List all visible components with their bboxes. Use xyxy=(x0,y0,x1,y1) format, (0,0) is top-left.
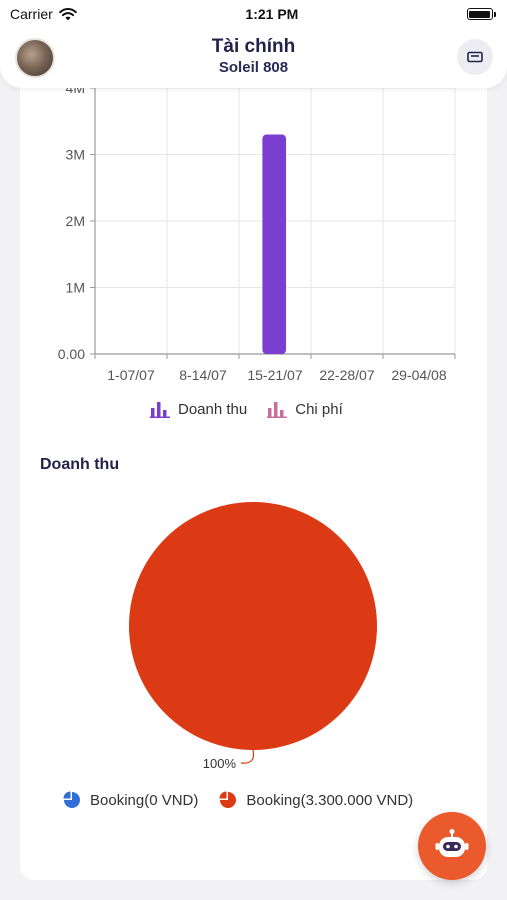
y-tick-label: 2M xyxy=(66,213,85,229)
wallet-icon xyxy=(467,51,483,63)
x-tick-label: 29-04/08 xyxy=(391,367,446,383)
x-tick-label: 15-21/07 xyxy=(247,367,302,383)
status-bar: Carrier 1:21 PM xyxy=(0,0,507,28)
y-tick-label: 3M xyxy=(66,147,85,163)
pie-chart-icon xyxy=(63,791,80,808)
status-left: Carrier xyxy=(10,6,77,22)
legend-item-revenue[interactable]: Doanh thu xyxy=(150,400,247,418)
legend-label-expense: Chi phí xyxy=(295,400,343,418)
y-tick-label: 0.00 xyxy=(58,346,85,362)
wifi-icon xyxy=(58,8,77,21)
carrier-label: Carrier xyxy=(10,6,53,22)
wallet-button[interactable] xyxy=(457,39,493,75)
legend-item-booking-1[interactable]: Booking(3.300.000 VND) xyxy=(218,790,413,810)
chatbot-button[interactable] xyxy=(418,812,486,880)
bar-chart-legend: Doanh thu Chi phí xyxy=(150,400,343,418)
pie-slice xyxy=(129,502,377,750)
title-block: Tài chính Soleil 808 xyxy=(0,36,507,76)
clock: 1:21 PM xyxy=(245,6,299,22)
bar-chart-icon xyxy=(150,402,170,418)
battery-icon xyxy=(466,8,496,20)
bar xyxy=(262,134,287,354)
y-tick-label: 1M xyxy=(66,280,85,296)
robot-icon xyxy=(435,829,469,857)
legend-label-revenue: Doanh thu xyxy=(178,400,248,418)
pie-chart-legend: Booking(0 VND) Booking(3.300.000 VND) xyxy=(62,790,413,810)
property-name: Soleil 808 xyxy=(218,59,289,76)
revenue-section-title: Doanh thu xyxy=(40,456,120,473)
pie-legend-label-1: Booking(3.300.000 VND) xyxy=(246,791,414,809)
app-header: Tài chính Soleil 808 xyxy=(0,28,507,88)
pie-chart: 100% xyxy=(129,502,377,771)
legend-item-expense[interactable]: Chi phí xyxy=(267,400,343,418)
legend-item-booking-0[interactable]: Booking(0 VND) xyxy=(62,790,198,810)
x-tick-label: 22-28/07 xyxy=(319,367,374,383)
pie-legend-label-0: Booking(0 VND) xyxy=(90,791,199,809)
pie-chart-icon xyxy=(219,791,237,808)
pie-leader-line xyxy=(240,749,255,764)
page-title: Tài chính xyxy=(211,36,296,57)
pie-percent-label: 100% xyxy=(203,756,237,771)
bar-chart: 0.001M2M3M4M1-07/07 8-14/07 15-21/07 22-28/… xyxy=(58,80,456,383)
x-tick-label: 1-07/07 xyxy=(107,367,155,383)
x-tick-label: 8-14/07 xyxy=(179,367,227,383)
bar-chart-icon xyxy=(267,402,288,418)
